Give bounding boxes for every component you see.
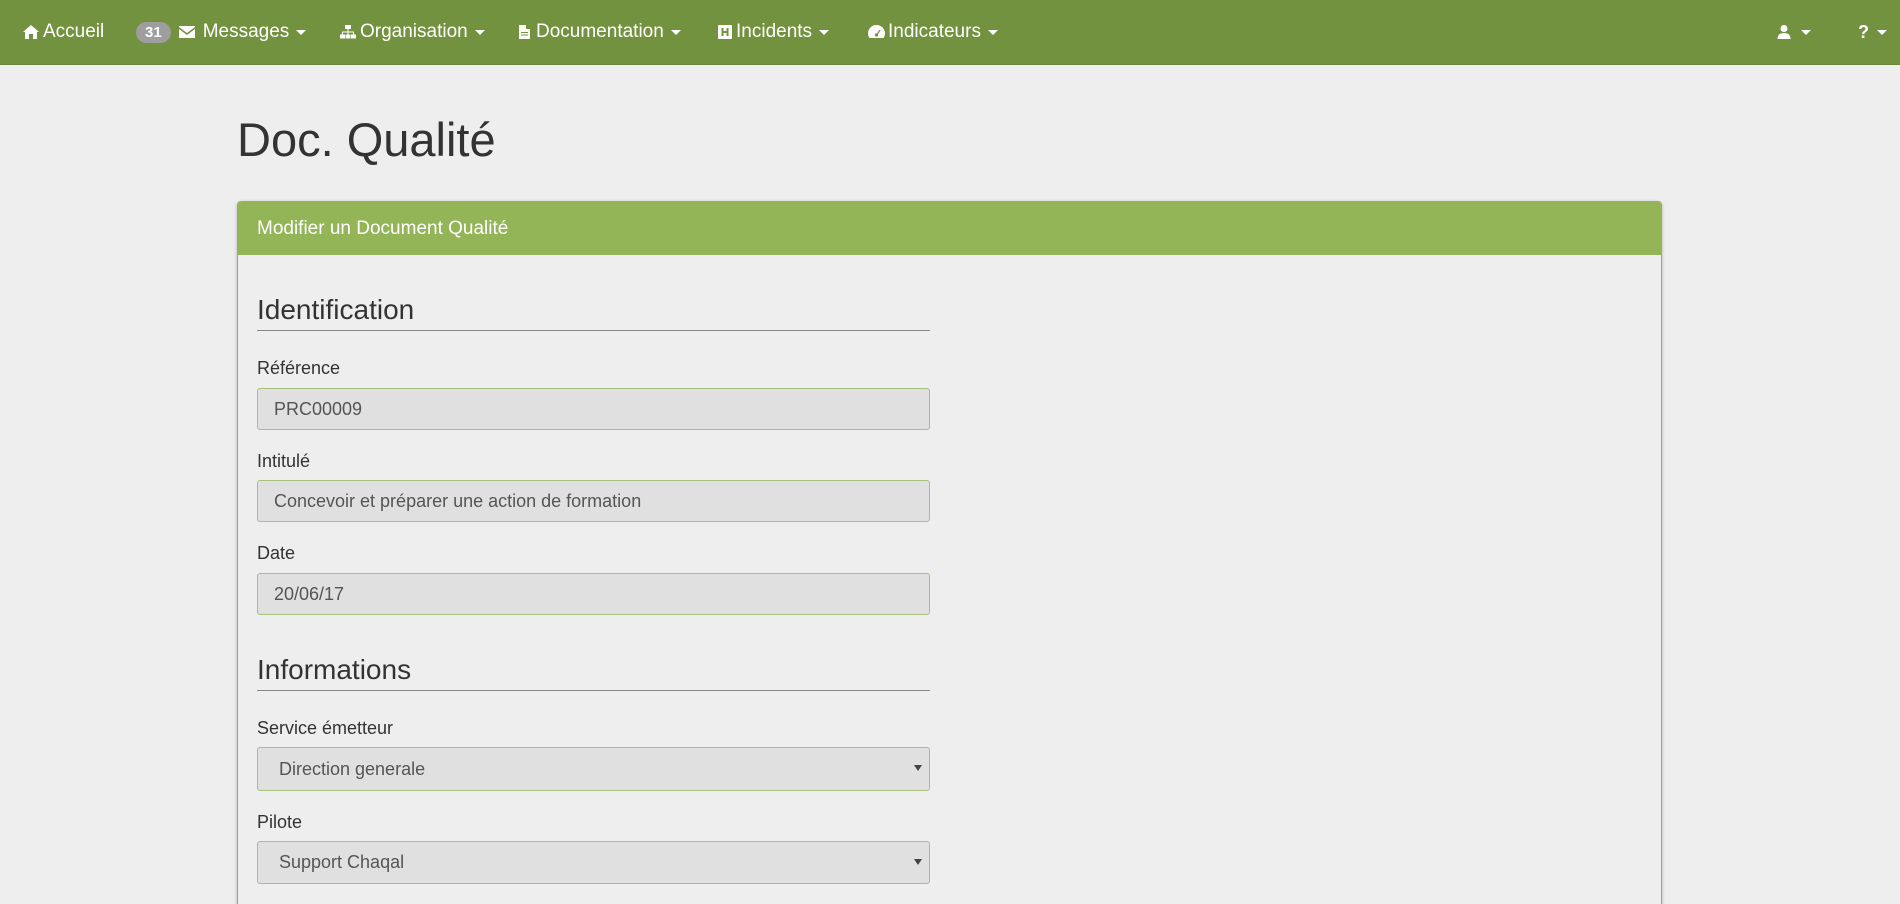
reference-input[interactable]: PRC00009 xyxy=(257,388,930,430)
pilote-select[interactable]: Support Chaqal xyxy=(257,841,930,884)
chevron-down-icon xyxy=(1801,29,1811,35)
section-identification-title: Identification xyxy=(257,293,930,331)
nav-user-menu[interactable] xyxy=(1777,0,1811,65)
nav-messages-label: Messages xyxy=(202,21,290,42)
sitemap-icon xyxy=(339,24,357,40)
pilote-value: Support Chaqal xyxy=(279,852,405,872)
panel-heading: Modifier un Document Qualité xyxy=(238,202,1661,255)
file-icon xyxy=(518,24,531,40)
chevron-down-icon xyxy=(670,29,681,35)
page-title: Doc. Qualité xyxy=(237,113,496,166)
service-emetteur-select[interactable]: Direction generale xyxy=(257,747,930,791)
reference-label: Référence xyxy=(257,358,341,378)
nav-indicateurs[interactable]: Indicateurs xyxy=(867,0,998,65)
h-square-icon xyxy=(717,24,733,40)
intitule-label: Intitulé xyxy=(257,451,311,471)
nav-organisation-label: Organisation xyxy=(360,21,468,42)
chevron-down-icon xyxy=(1877,29,1887,35)
chevron-down-icon xyxy=(819,29,830,35)
nav-documentation[interactable]: Documentation xyxy=(518,0,681,65)
dashboard-icon xyxy=(867,24,886,40)
date-input[interactable]: 20/06/17 xyxy=(257,573,930,615)
envelope-icon xyxy=(178,25,196,39)
user-icon xyxy=(1777,24,1791,40)
chevron-down-icon xyxy=(987,29,998,35)
nav-incidents[interactable]: Incidents xyxy=(717,0,830,65)
pilote-label: Pilote xyxy=(257,812,303,832)
chevron-down-icon xyxy=(296,29,307,35)
nav-organisation[interactable]: Organisation xyxy=(339,0,485,65)
messages-count-badge: 31 xyxy=(136,21,171,43)
section-informations-title: Informations xyxy=(257,653,930,691)
select-arrow-icon xyxy=(914,859,922,865)
select-arrow-icon xyxy=(914,765,922,771)
service-emetteur-label: Service émetteur xyxy=(257,718,394,738)
edit-document-panel: Modifier un Document Qualité Identificat… xyxy=(237,201,1662,904)
help-icon: ? xyxy=(1858,21,1869,42)
service-emetteur-value: Direction generale xyxy=(279,758,426,779)
nav-messages[interactable]: 31 Messages xyxy=(136,0,307,65)
nav-indicateurs-label: Indicateurs xyxy=(888,21,981,42)
nav-home-label: Accueil xyxy=(43,21,105,42)
nav-home[interactable]: Accueil xyxy=(22,0,104,65)
intitule-input[interactable]: Concevoir et préparer une action de form… xyxy=(257,480,930,522)
nav-help-menu[interactable]: ? xyxy=(1858,0,1887,65)
date-label: Date xyxy=(257,543,296,563)
top-navbar: Accueil 31 Messages Organisation Documen… xyxy=(0,0,1900,65)
nav-incidents-label: Incidents xyxy=(736,21,813,42)
nav-documentation-label: Documentation xyxy=(536,21,664,42)
chevron-down-icon xyxy=(474,29,485,35)
home-icon xyxy=(22,24,40,40)
